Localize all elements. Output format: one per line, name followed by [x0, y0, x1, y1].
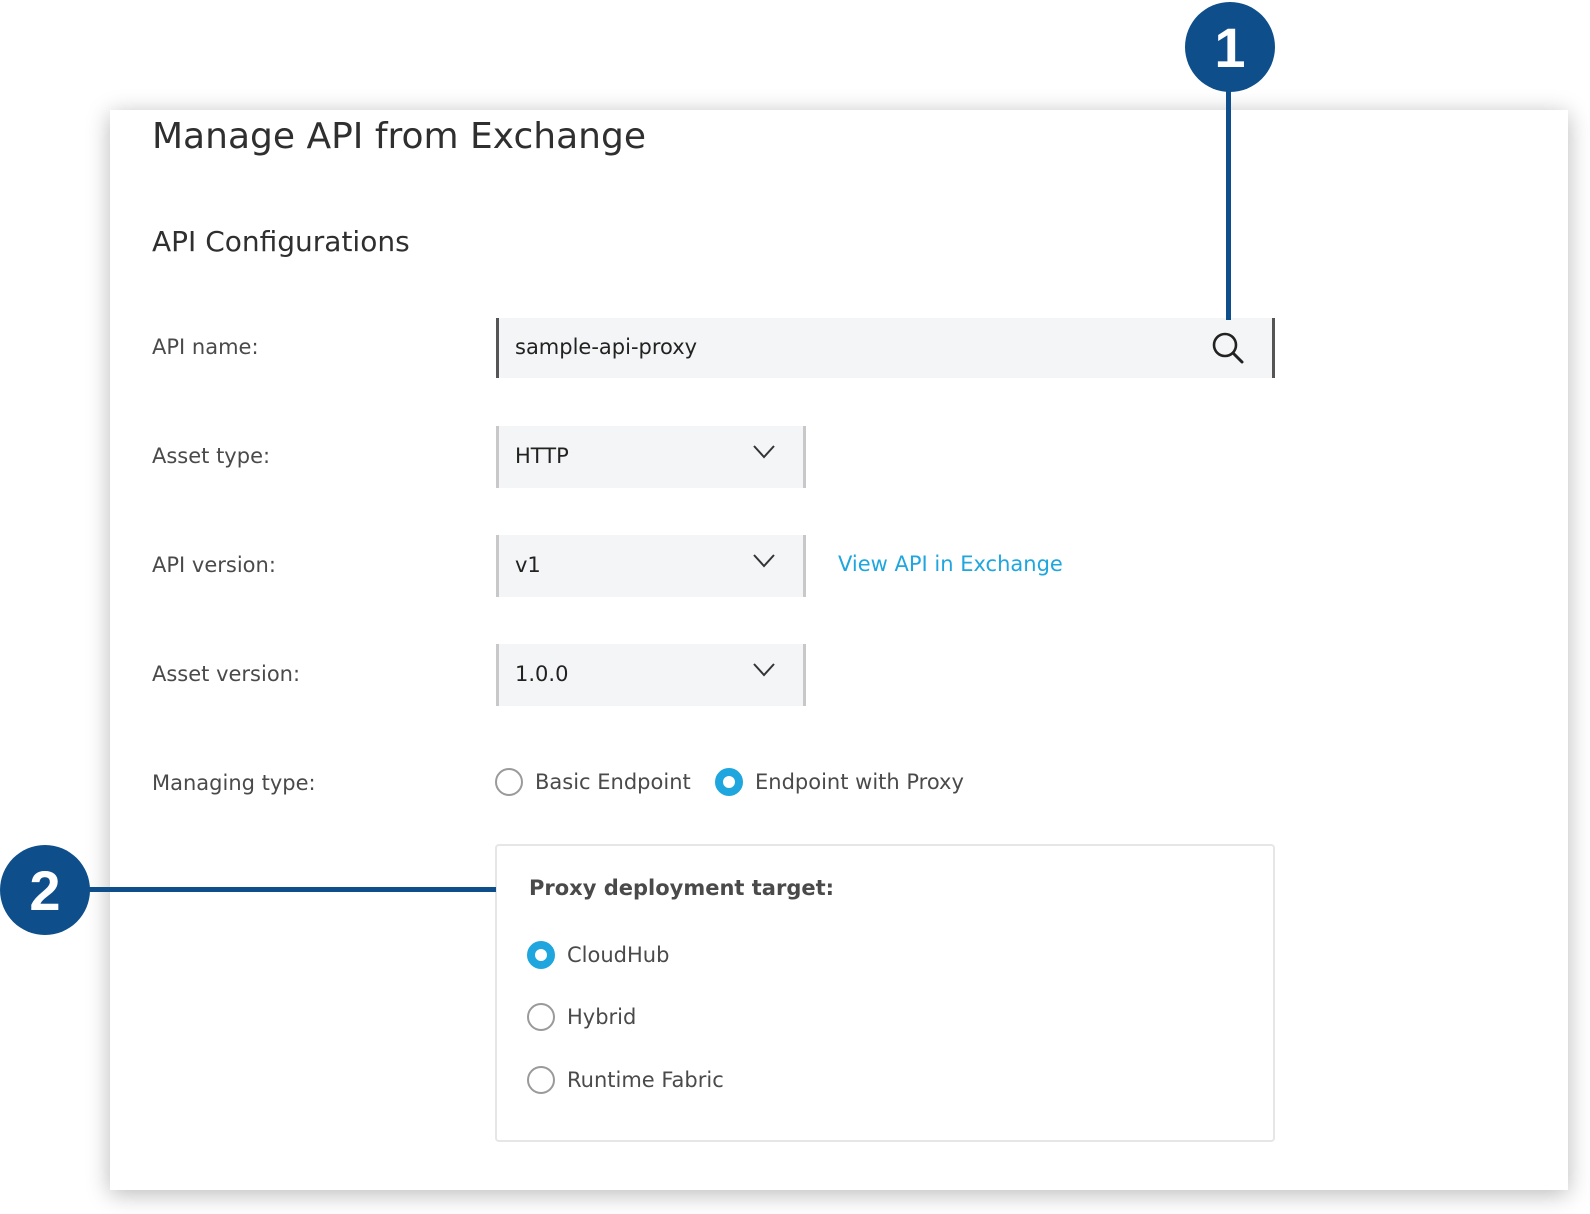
api-version-label: API version: — [152, 553, 276, 577]
chevron-down-icon — [753, 445, 775, 459]
radio-cloudhub[interactable]: CloudHub — [527, 941, 669, 969]
radio-indicator — [527, 1066, 555, 1094]
view-api-in-exchange-link[interactable]: View API in Exchange — [838, 552, 1063, 576]
section-title: API Configurations — [152, 225, 410, 258]
api-name-label: API name: — [152, 335, 259, 359]
callout-1-leader-line — [1226, 80, 1231, 320]
chevron-down-icon — [753, 663, 775, 677]
radio-indicator — [527, 941, 555, 969]
api-name-input[interactable]: sample-api-proxy — [496, 318, 1275, 378]
callout-2-leader-line — [84, 887, 496, 892]
radio-hybrid[interactable]: Hybrid — [527, 1003, 636, 1031]
asset-version-value: 1.0.0 — [515, 662, 569, 686]
radio-label: Endpoint with Proxy — [755, 770, 964, 794]
proxy-deployment-target-box: Proxy deployment target: CloudHub Hybrid… — [495, 844, 1275, 1142]
asset-type-value: HTTP — [515, 444, 569, 468]
radio-endpoint-with-proxy[interactable]: Endpoint with Proxy — [715, 768, 964, 796]
callout-1: 1 — [1185, 2, 1275, 92]
search-icon[interactable] — [1210, 330, 1246, 366]
radio-label: Runtime Fabric — [567, 1068, 724, 1092]
radio-label: CloudHub — [567, 943, 670, 967]
radio-label: Hybrid — [567, 1005, 637, 1029]
radio-indicator — [495, 768, 523, 796]
asset-type-select[interactable]: HTTP — [496, 426, 806, 488]
radio-indicator — [527, 1003, 555, 1031]
radio-label: Basic Endpoint — [535, 770, 691, 794]
asset-version-label: Asset version: — [152, 662, 301, 686]
api-version-value: v1 — [515, 553, 541, 577]
proxy-deployment-target-title: Proxy deployment target: — [529, 876, 835, 900]
asset-version-select[interactable]: 1.0.0 — [496, 644, 806, 706]
radio-runtime-fabric[interactable]: Runtime Fabric — [527, 1066, 724, 1094]
radio-indicator — [715, 768, 743, 796]
api-version-select[interactable]: v1 — [496, 535, 806, 597]
asset-type-label: Asset type: — [152, 444, 271, 468]
api-name-value: sample-api-proxy — [515, 335, 698, 359]
chevron-down-icon — [753, 554, 775, 568]
manage-api-panel: Manage API from Exchange API Configurati… — [110, 110, 1568, 1190]
page-title: Manage API from Exchange — [152, 116, 646, 157]
callout-2: 2 — [0, 845, 90, 935]
managing-type-label: Managing type: — [152, 771, 316, 795]
radio-basic-endpoint[interactable]: Basic Endpoint — [495, 768, 691, 796]
